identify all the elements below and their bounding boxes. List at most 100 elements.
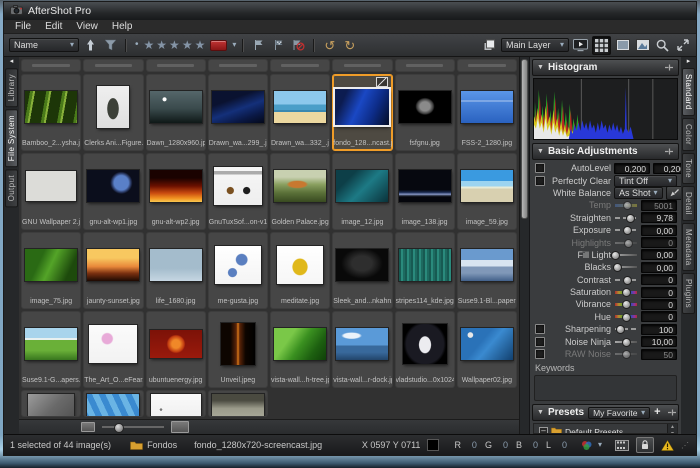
collapse-caret-icon[interactable]: ▼	[537, 64, 544, 71]
contrast-value[interactable]: 0	[641, 274, 677, 285]
thumbnail-cell[interactable]	[457, 59, 517, 72]
thumbnail-cell[interactable]: Drawn_wa...332_.jpg	[270, 74, 330, 151]
rating-star-icon[interactable]: ★	[195, 39, 208, 51]
thumbnail-image[interactable]	[150, 249, 202, 281]
color-label-button[interactable]: ▾	[210, 37, 236, 54]
menu-edit[interactable]: Edit	[38, 21, 69, 32]
add-preset-button[interactable]: +	[654, 407, 660, 418]
sharpening-slider[interactable]	[614, 324, 638, 334]
thumbnail-cell[interactable]: gnu-alt-wp2.jpg	[146, 153, 206, 230]
sort-dropdown[interactable]: Name▾	[9, 38, 79, 52]
thumbnail-image[interactable]	[87, 394, 139, 417]
color-management-button[interactable]: ▾	[580, 440, 602, 451]
thumbnail-image[interactable]	[26, 171, 76, 201]
thumbnail-cell[interactable]: GNU Wallpaper 2.jpg	[21, 153, 81, 230]
thumbnail-cell[interactable]: GnuTuxSof...on-v1.jpg	[208, 153, 268, 230]
thumbnail-cell[interactable]: vista-wall...h-tree.jpg	[270, 311, 330, 388]
slider-knob[interactable]	[616, 325, 625, 334]
pin-icon[interactable]	[667, 408, 677, 417]
filter-button[interactable]	[102, 37, 119, 54]
thumbnail-cell[interactable]	[83, 59, 143, 72]
collapse-arrow-icon[interactable]: ▸	[687, 58, 691, 66]
thumbnail-image[interactable]	[336, 170, 388, 202]
thumbnail-image[interactable]	[214, 167, 262, 205]
thumbnail-cell[interactable]: image_12.jpg	[332, 153, 392, 230]
slider-knob[interactable]	[622, 300, 631, 309]
thumbnail-cell[interactable]: image_59.jpg	[457, 153, 517, 230]
rating-star-icon[interactable]: ★	[169, 39, 182, 51]
flag-pick-button[interactable]	[250, 37, 267, 54]
thumbnail-image[interactable]	[403, 324, 447, 364]
basic-adjustments-header[interactable]: ▼ Basic Adjustments	[532, 143, 679, 160]
highlights-value[interactable]: 0	[641, 237, 677, 248]
thumbnail-cell[interactable]: gnu-alt-wp1.jpg	[83, 153, 143, 230]
tool-tab-plugins[interactable]: Plugins	[682, 273, 695, 314]
thumbnail-image[interactable]	[97, 86, 129, 128]
collapse-arrow-icon[interactable]: ◂	[10, 58, 14, 66]
thumbnail-image[interactable]	[25, 249, 77, 281]
keywords-box[interactable]	[534, 375, 677, 401]
rating-star-icon[interactable]: ★	[144, 39, 157, 51]
split-view-button[interactable]	[634, 37, 651, 54]
thumbnail-image[interactable]	[461, 328, 513, 360]
rotate-left-button[interactable]: ↺	[321, 37, 338, 54]
contrast-slider[interactable]	[614, 275, 638, 285]
rotate-right-button[interactable]: ↻	[341, 37, 358, 54]
thumbnail-image[interactable]	[25, 91, 77, 123]
thumbnail-image[interactable]	[335, 89, 389, 125]
proof-button[interactable]	[615, 440, 629, 451]
slider-knob[interactable]	[623, 201, 632, 210]
preset-default-presets[interactable]: –Default Presets	[534, 426, 668, 434]
thumbnail-cell[interactable]: Dawn_1280x960.jpg	[146, 74, 206, 151]
thumbnail-cell[interactable]: fsfgnu.jpg	[395, 74, 455, 151]
thumbnail-cell[interactable]: ubuntuenergy.jpg	[146, 311, 206, 388]
vibrance-slider[interactable]	[614, 299, 638, 309]
fill-light-value[interactable]: 0,00	[641, 249, 677, 260]
collapse-caret-icon[interactable]: ▼	[537, 148, 544, 155]
straighten-slider[interactable]	[614, 213, 638, 223]
warning-button[interactable]	[661, 440, 674, 451]
thumbnail-image[interactable]	[221, 323, 255, 365]
exposure-value[interactable]: 0,00	[641, 225, 677, 236]
collapse-caret-icon[interactable]: ▼	[537, 409, 544, 416]
autolevel-checkbox[interactable]	[535, 163, 545, 173]
thumbnail-image[interactable]	[89, 325, 137, 363]
panel-tab-output[interactable]: Output	[5, 169, 18, 207]
saturation-value[interactable]: 0	[641, 287, 677, 298]
rating-star-icon[interactable]: ★	[156, 39, 169, 51]
autolevel-value-1[interactable]: 0,200	[614, 163, 650, 174]
thumbnail-image[interactable]	[336, 249, 388, 281]
noise-ninja-checkbox[interactable]	[535, 337, 545, 347]
thumbnail-cell[interactable]	[83, 390, 143, 417]
thumbnail-cell[interactable]: Suse9.1-Bl...papers.jpg	[457, 232, 517, 309]
thumbnail-cell[interactable]: fondo_128...ncast.jpg	[332, 74, 392, 151]
thumbnail-image[interactable]	[399, 249, 451, 281]
thumbnail-cell[interactable]: image_75.jpg	[21, 232, 81, 309]
presets-header[interactable]: ▼ Presets My Favorites▾ +	[532, 404, 679, 421]
hue-slider[interactable]	[614, 312, 638, 322]
white-balance-dropdown[interactable]: As Shot▾	[614, 187, 663, 199]
resize-grip[interactable]: ⋰	[681, 441, 690, 450]
thumbnail-cell[interactable]	[395, 59, 455, 72]
thumbnail-image[interactable]	[461, 170, 513, 202]
thumbnail-image[interactable]	[151, 394, 201, 417]
current-folder[interactable]: Fondos	[130, 440, 177, 450]
blacks-value[interactable]: 0,00	[641, 262, 677, 273]
panel-tab-library[interactable]: Library	[5, 68, 18, 107]
pin-icon[interactable]	[664, 147, 674, 156]
thumbnail-cell[interactable]: Drawn_wa...299_.jpg	[208, 74, 268, 151]
collapse-icon[interactable]: –	[539, 427, 548, 434]
thumbnail-cell[interactable]	[21, 390, 81, 417]
menu-help[interactable]: Help	[105, 21, 140, 32]
thumbnail-cell[interactable]: meditate.jpg	[270, 232, 330, 309]
rating-star-icon[interactable]: ★	[182, 39, 195, 51]
flag-reject-button[interactable]	[270, 37, 287, 54]
layers-button[interactable]	[481, 37, 498, 54]
thumbnail-cell[interactable]: Clerks Ani...Figure.jpg	[83, 74, 143, 151]
lock-button[interactable]	[636, 437, 654, 453]
slider-knob[interactable]	[613, 263, 622, 272]
raw-noise-value[interactable]: 50	[641, 349, 677, 360]
thumbnail-image[interactable]	[274, 91, 326, 123]
tool-tab-standard[interactable]: Standard	[682, 68, 695, 116]
layer-dropdown[interactable]: Main Layer▾	[501, 38, 569, 52]
